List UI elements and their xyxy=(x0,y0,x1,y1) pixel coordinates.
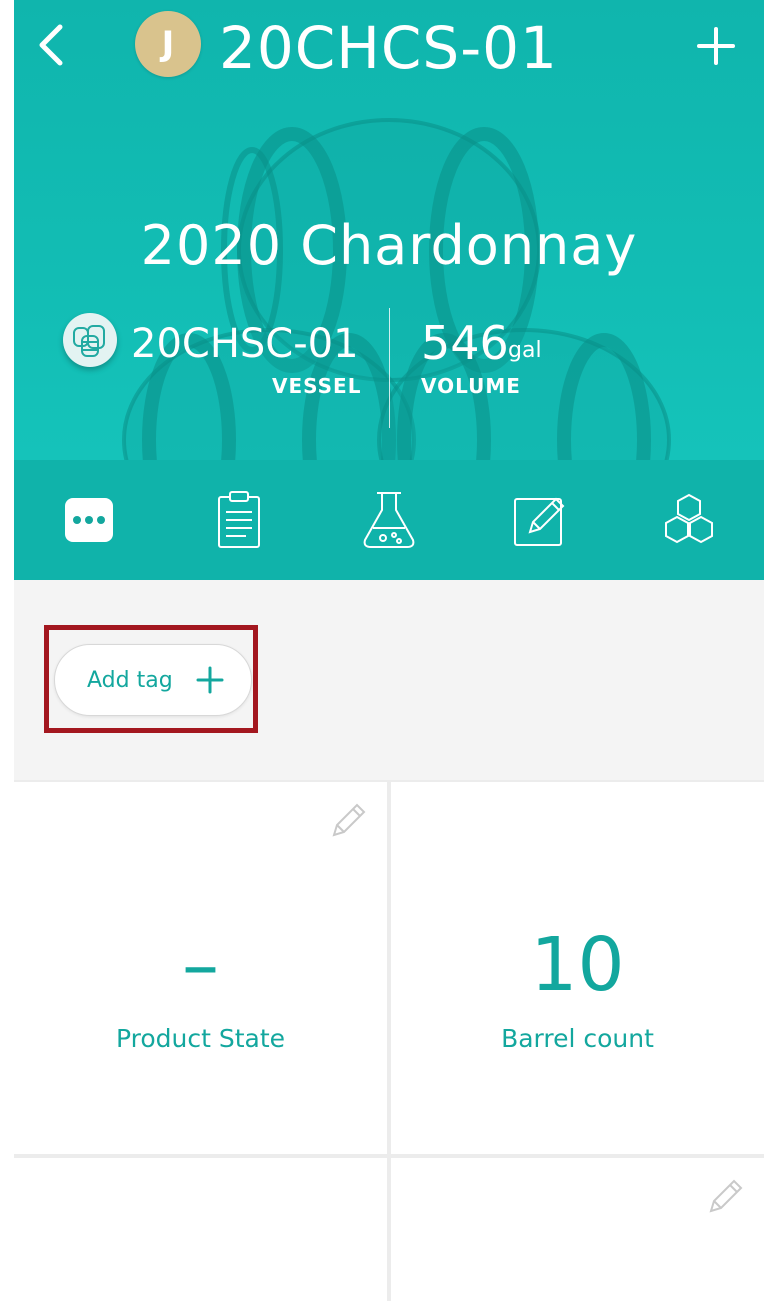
add-button[interactable] xyxy=(688,18,744,74)
vessel-icon-badge[interactable] xyxy=(63,313,117,367)
product-state-card[interactable]: – Product State xyxy=(14,782,387,1154)
plus-icon xyxy=(195,665,225,695)
user-avatar[interactable]: J xyxy=(135,11,201,77)
barrel-count-label: Barrel count xyxy=(501,1024,654,1053)
back-button[interactable] xyxy=(26,20,76,70)
tab-components[interactable] xyxy=(657,488,721,552)
clipboard-icon xyxy=(218,491,260,548)
tab-notes[interactable] xyxy=(207,488,271,552)
volume-value: 546 xyxy=(421,316,509,370)
plus-icon xyxy=(697,27,735,65)
edit-note-icon xyxy=(514,497,565,546)
tab-overview[interactable] xyxy=(57,488,121,552)
product-state-label: Product State xyxy=(115,1024,286,1053)
info-card[interactable] xyxy=(14,1158,387,1301)
barrels-icon xyxy=(73,325,105,357)
barrel-count-value: 10 xyxy=(530,922,625,1008)
edit-product-state-button[interactable] xyxy=(327,798,371,842)
vessel-value: 20CHSC-01 xyxy=(131,321,359,367)
vessel-label: VESSEL xyxy=(272,374,362,398)
pencil-icon xyxy=(709,1179,743,1213)
more-dots-icon xyxy=(65,498,113,542)
barrel-count-card[interactable]: 10 Barrel count xyxy=(391,782,764,1154)
vessel-header: J 20CHCS-01 2020 Chardonnay 20CHSC-01 VE… xyxy=(14,0,764,460)
edit-card-button[interactable] xyxy=(704,1174,748,1218)
add-tag-button[interactable]: Add tag xyxy=(54,644,252,716)
tab-bar xyxy=(14,460,764,580)
product-name: 2020 Chardonnay xyxy=(140,214,638,277)
hexagons-icon xyxy=(665,493,713,544)
top-bar: J 20CHCS-01 xyxy=(14,0,764,100)
info-card[interactable] xyxy=(391,1158,764,1301)
tags-section: Add tag xyxy=(14,580,764,780)
add-tag-label: Add tag xyxy=(87,667,173,693)
app-screen: J 20CHCS-01 2020 Chardonnay 20CHSC-01 VE… xyxy=(14,0,764,1301)
flask-icon xyxy=(363,492,415,548)
volume-label: VOLUME xyxy=(421,374,521,398)
chevron-left-icon xyxy=(39,24,63,66)
tab-lab[interactable] xyxy=(357,488,421,552)
page-title: 20CHCS-01 xyxy=(219,14,558,82)
volume-unit: gal xyxy=(508,338,542,363)
avatar-initial: J xyxy=(161,24,175,64)
stat-divider xyxy=(389,308,390,428)
pencil-icon xyxy=(332,803,366,837)
tab-edit[interactable] xyxy=(508,488,572,552)
info-cards-grid: – Product State 10 Barrel count xyxy=(14,780,764,1301)
product-state-value: – xyxy=(182,922,219,1008)
